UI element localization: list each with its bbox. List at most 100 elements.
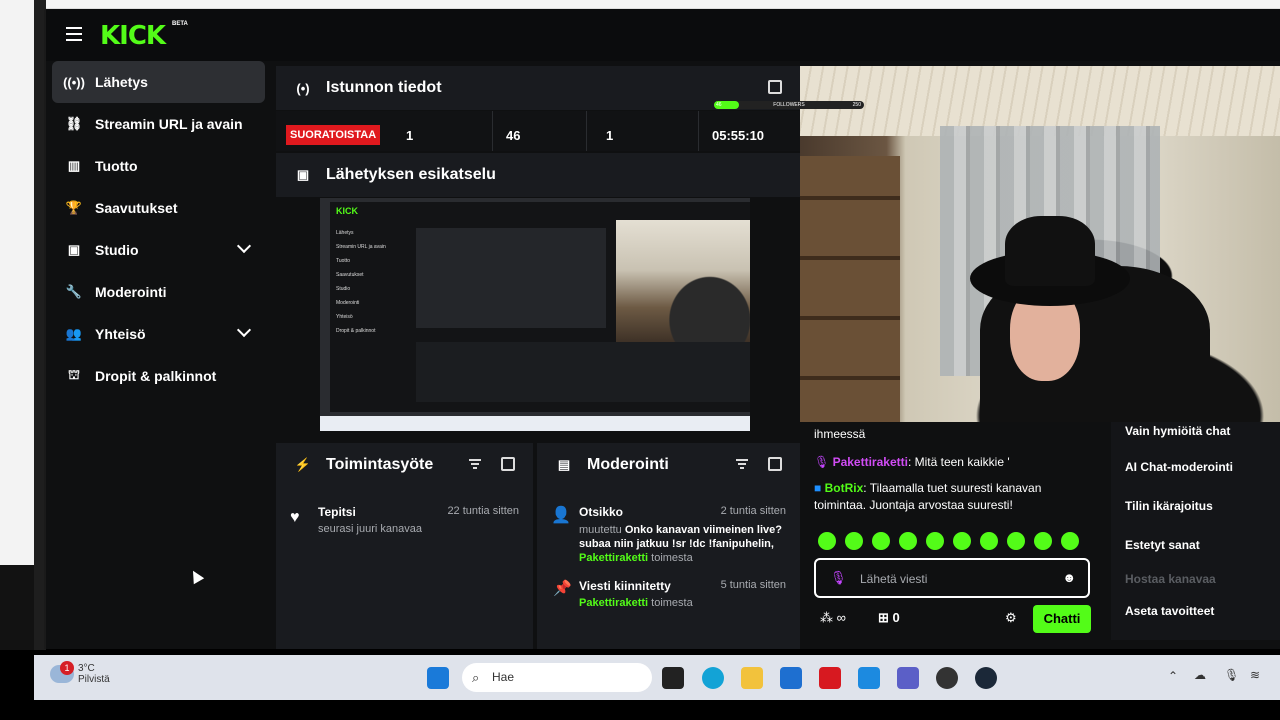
weather-temp: 3°C — [78, 663, 95, 674]
divider — [492, 111, 493, 151]
quick-action-age-restriction[interactable]: Tilin ikärajoitus — [1125, 499, 1213, 513]
mail-icon[interactable] — [858, 667, 880, 689]
emoji-icon[interactable]: ☻ — [1062, 570, 1076, 585]
gift-icon[interactable]: ⊞ 0 — [878, 610, 900, 626]
beta-label: BETA — [172, 21, 188, 27]
popout-icon[interactable] — [768, 80, 782, 94]
chart-icon: ▥ — [67, 158, 81, 173]
obs-icon[interactable] — [936, 667, 958, 689]
kick-logo[interactable]: KICK — [100, 21, 166, 51]
quick-action-goals[interactable]: Aseta tavoitteet — [1125, 604, 1214, 618]
community-icon: 👥 — [65, 326, 83, 341]
document-icon: ▤ — [557, 457, 571, 472]
sidebar-item-studio[interactable]: ▣ Studio — [52, 229, 265, 271]
points-icon[interactable]: ⁂ ∞ — [820, 610, 846, 626]
chevron-down-icon[interactable] — [236, 238, 252, 254]
emote-icon[interactable] — [818, 532, 836, 550]
sidebar-item-label: Tuotto — [95, 158, 138, 174]
chat-message-cut: ihmeessä — [814, 427, 866, 441]
heart-icon: ♥ — [290, 509, 300, 526]
browser-chrome — [46, 0, 1280, 9]
taskbar-search[interactable]: ⌕ Hae — [462, 663, 652, 692]
emote-icon[interactable] — [1061, 532, 1079, 550]
mod-item-time: 5 tuntia sitten — [720, 579, 786, 591]
session-stats: SUORATOISTAA 1 46 1 05:55:10 — [276, 111, 800, 151]
wifi-icon[interactable]: ≋ — [1250, 668, 1260, 682]
chevron-up-icon[interactable]: ⌃ — [1168, 669, 1178, 683]
mic-icon: 🎙 — [830, 570, 847, 585]
chat-input[interactable]: 🎙 Lähetä viesti ☻ — [814, 558, 1090, 598]
emote-icon[interactable] — [1034, 532, 1052, 550]
chat-send-button[interactable]: Chatti — [1033, 605, 1091, 633]
chat-user[interactable]: BotRix — [825, 481, 864, 495]
mini-item: Streamin URL ja avain — [336, 244, 386, 250]
emote-icon[interactable] — [899, 532, 917, 550]
hat-crown — [1005, 216, 1095, 286]
mod-user[interactable]: Pakettiraketti — [579, 597, 648, 609]
sidebar-item-lahetys[interactable]: ((•)) Lähetys — [52, 61, 265, 103]
sidebar-item-label: Yhteisö — [95, 326, 146, 342]
emote-row — [818, 532, 1079, 555]
activity-user[interactable]: Tepitsi — [318, 505, 356, 519]
chat-user[interactable]: Pakettiraketti — [833, 455, 908, 469]
preview-mini-dashboard: KICK Lähetys Streamin URL ja avain Tuott… — [330, 202, 750, 412]
l-app-icon[interactable] — [819, 667, 841, 689]
mic-icon: 🎙 — [814, 455, 830, 469]
task-view-icon[interactable] — [662, 667, 684, 689]
sidebar-item-saavutukset[interactable]: 🏆 Saavutukset — [52, 187, 265, 229]
hamburger-icon[interactable] — [66, 27, 82, 41]
mini-item: Saavutukset — [336, 272, 364, 278]
file-explorer-icon[interactable] — [741, 667, 763, 689]
mini-camera — [616, 220, 750, 345]
sidebar-item-tuotto[interactable]: ▥ Tuotto — [52, 145, 265, 187]
quick-action-ai-moderation[interactable]: AI Chat-moderointi — [1125, 460, 1233, 474]
edge-icon[interactable] — [702, 667, 724, 689]
emote-icon[interactable] — [872, 532, 890, 550]
sidebar-item-yhteiso[interactable]: 👥 Yhteisö — [52, 313, 265, 355]
sidebar-item-moderointi[interactable]: 🔧 Moderointi — [52, 271, 265, 313]
mini-item: Studio — [336, 286, 351, 292]
mod-item-body: muutettu Onko kanavan viimeinen live? su… — [579, 523, 785, 565]
teams-icon[interactable] — [897, 667, 919, 689]
windows-start-icon[interactable] — [427, 667, 449, 689]
preview-screen: KICK Lähetys Streamin URL ja avain Tuott… — [320, 198, 750, 431]
user-edit-icon: 👤 — [551, 507, 571, 524]
emote-icon[interactable] — [845, 532, 863, 550]
mod-user[interactable]: Pakettiraketti — [579, 552, 648, 564]
quick-action-emote-only[interactable]: Vain hymiöitä chat — [1125, 424, 1230, 438]
popout-icon[interactable] — [501, 457, 515, 471]
mod-suffix: toimesta — [651, 552, 693, 564]
weather-widget[interactable]: 3°C Pilvistä — [78, 663, 110, 685]
store-icon[interactable] — [780, 667, 802, 689]
emote-icon[interactable] — [926, 532, 944, 550]
sidebar-item-label: Lähetys — [95, 74, 148, 90]
preview-title: Lähetyksen esikatselu — [326, 166, 496, 183]
emote-icon[interactable] — [1007, 532, 1025, 550]
sidebar-item-dropit[interactable]: ⛫ Dropit & palkinnot — [52, 355, 265, 397]
settings-gear-icon[interactable]: ⚙ — [1005, 610, 1017, 626]
chevron-down-icon[interactable] — [236, 322, 252, 338]
microphone-icon[interactable]: 🎙 — [1224, 668, 1239, 682]
quick-action-banned-words[interactable]: Estetyt sanat — [1125, 538, 1200, 552]
mini-taskbar — [320, 416, 750, 431]
followers-left: 46 — [716, 102, 722, 108]
weather-desc: Pilvistä — [78, 674, 110, 685]
steam-icon[interactable] — [975, 667, 997, 689]
filter-icon[interactable] — [469, 459, 481, 469]
sidebar-item-label: Studio — [95, 242, 139, 258]
filter-icon[interactable] — [736, 459, 748, 469]
mini-item: Moderointi — [336, 300, 360, 306]
sidebar-item-stream-url[interactable]: ⛓ Streamin URL ja avain — [52, 103, 265, 145]
notification-badge: 1 — [60, 661, 74, 675]
emote-icon[interactable] — [953, 532, 971, 550]
onedrive-icon[interactable]: ☁ — [1194, 668, 1206, 682]
mini-item: Lähetys — [336, 230, 354, 236]
search-icon: ⌕ — [472, 670, 480, 685]
windows-taskbar: 1 3°C Pilvistä ⌕ Hae ⌃ ☁ 🎙 ≋ — [34, 655, 1280, 700]
sidebar: ((•)) Lähetys ⛓ Streamin URL ja avain ▥ … — [52, 61, 265, 649]
bolt-icon: ⚡ — [294, 457, 312, 472]
emote-icon[interactable] — [980, 532, 998, 550]
quick-action-host: Hostaa kanavaa — [1125, 572, 1216, 586]
stream-preview[interactable]: KICK Lähetys Streamin URL ja avain Tuott… — [320, 198, 750, 431]
popout-icon[interactable] — [768, 457, 782, 471]
